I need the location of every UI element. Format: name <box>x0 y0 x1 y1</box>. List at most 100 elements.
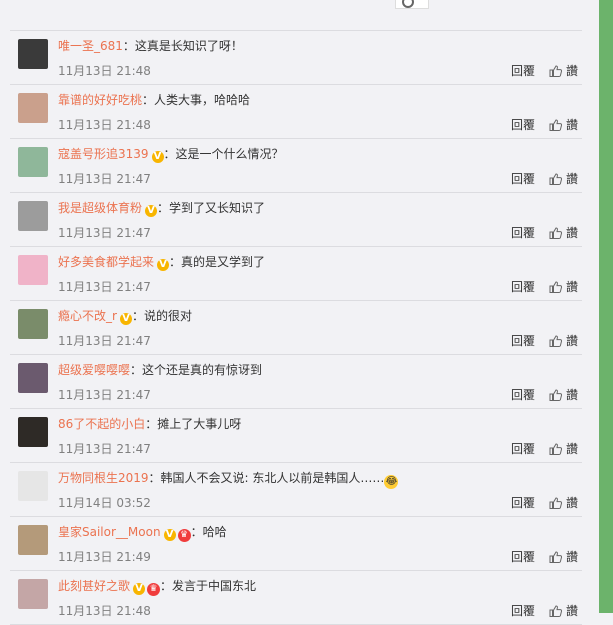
comment-actions: 回覆 讚 <box>511 278 578 295</box>
comment-list: 唯一圣_681：这真是长知识了呀！ 11月13日 21:48 回覆讚靠谱的好好吃桃：… <box>10 30 582 625</box>
comment-actions: 回覆 讚 <box>511 494 578 511</box>
like-button[interactable]: 讚 <box>566 334 578 348</box>
comment-item: 皇家Sailor__Moon V ♛ ：哈哈 11月13日 21:49 回覆 讚 <box>10 517 582 571</box>
like-button[interactable]: 讚 <box>566 496 578 510</box>
avatar[interactable] <box>18 471 48 501</box>
comment-item: 超级爱嘤嘤嘤：这个还是真的有惊讶到 11月13日 21:47 回覆 讚 <box>10 355 582 409</box>
comment-time: 11月13日 21:47 <box>58 442 151 456</box>
comment-content: 瘾心不改_r V ：说的很对 <box>58 309 192 325</box>
comment-content: 超级爱嘤嘤嘤：这个还是真的有惊讶到 <box>58 363 262 377</box>
comment-text: ：哈哈 <box>190 525 227 539</box>
verified-badge-icon: V <box>157 259 170 271</box>
avatar[interactable] <box>18 309 48 339</box>
avatar[interactable] <box>18 417 48 447</box>
thumbs-up-icon[interactable] <box>549 550 563 563</box>
like-button[interactable]: 讚 <box>566 64 578 78</box>
comment-item: 我是超级体育粉 V ：学到了又长知识了 11月13日 21:47 回覆 讚 <box>10 193 582 247</box>
like-button[interactable]: 讚 <box>566 118 578 132</box>
like-button[interactable]: 讚 <box>566 226 578 240</box>
comment-text: ：说的很对 <box>131 309 192 323</box>
comment-item: 86了不起的小白：摊上了大事儿呀 11月13日 21:47 回覆 讚 <box>10 409 582 463</box>
comment-time: 11月14日 03:52 <box>58 496 151 510</box>
username-link[interactable]: 靠谱的好好吃桃 <box>58 93 142 107</box>
comment-item: 好多美食都学起来 V ：真的是又学到了 11月13日 21:47 回覆 讚 <box>10 247 582 301</box>
avatar[interactable] <box>18 255 48 285</box>
username-link[interactable]: 我是超级体育粉 <box>58 201 142 215</box>
comment-actions: 回覆 讚 <box>511 332 578 349</box>
comment-time: 11月13日 21:49 <box>58 550 151 564</box>
reply-button[interactable]: 回覆 <box>511 172 535 186</box>
verified-badge-icon: V <box>133 583 146 595</box>
avatar[interactable] <box>18 579 48 609</box>
thumbs-up-icon[interactable] <box>549 604 563 617</box>
comment-text: ：摊上了大事儿呀 <box>145 417 242 431</box>
comment-content: 万物同根生2019：韩国人不会又说: 东北人以前是韩国人……😂 <box>58 471 399 489</box>
comment-actions: 回覆 讚 <box>511 170 578 187</box>
username-link[interactable]: 此刻甚好之歌 <box>58 579 130 593</box>
reply-button[interactable]: 回覆 <box>511 226 535 240</box>
comment-text: ：人类大事，哈哈哈 <box>142 93 251 107</box>
thumbs-up-icon[interactable] <box>549 442 563 455</box>
comment-item: 万物同根生2019：韩国人不会又说: 东北人以前是韩国人……😂 11月14日 03… <box>10 463 582 517</box>
comment-actions: 回覆 讚 <box>511 116 578 133</box>
thumbs-up-icon[interactable] <box>549 226 563 239</box>
comment-content: 唯一圣_681：这真是长知识了呀！ <box>58 39 243 53</box>
username-link[interactable]: 万物同根生2019 <box>58 471 149 485</box>
comment-text: ：这真是长知识了呀！ <box>122 39 243 53</box>
comment-actions: 回覆 讚 <box>511 224 578 241</box>
comment-item: 靠谱的好好吃桃：人类大事，哈哈哈 11月13日 21:48 回覆 讚 <box>10 85 582 139</box>
thumbs-up-icon[interactable] <box>549 496 563 509</box>
like-button[interactable]: 讚 <box>566 280 578 294</box>
username-link[interactable]: 好多美食都学起来 <box>58 255 154 269</box>
reply-button[interactable]: 回覆 <box>511 118 535 132</box>
comment-time: 11月13日 21:47 <box>58 172 151 186</box>
reply-button[interactable]: 回覆 <box>511 550 535 564</box>
comment-content: 寇盖号形追3139 V ：这是一个什么情况？ <box>58 147 284 163</box>
comment-text: ：这个还是真的有惊讶到 <box>130 363 263 377</box>
reply-button[interactable]: 回覆 <box>511 334 535 348</box>
reply-button[interactable]: 回覆 <box>511 280 535 294</box>
avatar[interactable] <box>18 39 48 69</box>
thumbs-up-icon[interactable] <box>549 172 563 185</box>
like-button[interactable]: 讚 <box>566 604 578 618</box>
laugh-emoji-icon: 😂 <box>384 475 399 489</box>
username-link[interactable]: 超级爱嘤嘤嘤 <box>58 363 130 377</box>
comment-content: 皇家Sailor__Moon V ♛ ：哈哈 <box>58 525 227 542</box>
like-button[interactable]: 讚 <box>566 388 578 402</box>
like-button[interactable]: 讚 <box>566 172 578 186</box>
avatar[interactable] <box>18 363 48 393</box>
comment-time: 11月13日 21:47 <box>58 334 151 348</box>
thumbs-up-icon[interactable] <box>549 388 563 401</box>
like-button[interactable]: 讚 <box>566 550 578 564</box>
username-link[interactable]: 86了不起的小白 <box>58 417 145 431</box>
thumbs-up-icon[interactable] <box>549 64 563 77</box>
comment-actions: 回覆 讚 <box>511 62 578 79</box>
comment-actions: 回覆 讚 <box>511 386 578 403</box>
avatar[interactable] <box>18 201 48 231</box>
verified-badge-icon: V <box>163 529 176 541</box>
verified-badge-icon: V <box>145 205 158 217</box>
like-button[interactable]: 讚 <box>566 442 578 456</box>
reply-button[interactable]: 回覆 <box>511 442 535 456</box>
avatar[interactable] <box>18 93 48 123</box>
comment-text: ：学到了又长知识了 <box>157 201 266 215</box>
reply-button[interactable]: 回覆 <box>511 64 535 78</box>
thumbs-up-icon[interactable] <box>549 334 563 347</box>
avatar[interactable] <box>18 525 48 555</box>
username-link[interactable]: 唯一圣_681 <box>58 39 123 53</box>
username-link[interactable]: 皇家Sailor__Moon <box>58 525 161 539</box>
comment-text: ：发言于中国东北 <box>160 579 257 593</box>
avatar[interactable] <box>18 147 48 177</box>
comment-time: 11月13日 21:48 <box>58 64 151 78</box>
reply-button[interactable]: 回覆 <box>511 604 535 618</box>
reply-button[interactable]: 回覆 <box>511 496 535 510</box>
username-link[interactable]: 寇盖号形追3139 <box>58 147 149 161</box>
reply-button[interactable]: 回覆 <box>511 388 535 402</box>
comment-content: 好多美食都学起来 V ：真的是又学到了 <box>58 255 265 271</box>
comment-time: 11月13日 21:47 <box>58 280 151 294</box>
comment-item: 唯一圣_681：这真是长知识了呀！ 11月13日 21:48 回覆 讚 <box>10 30 582 85</box>
thumbs-up-icon[interactable] <box>549 280 563 293</box>
username-link[interactable]: 瘾心不改_r <box>58 309 117 323</box>
thumbs-up-icon[interactable] <box>549 118 563 131</box>
crown-badge-icon: ♛ <box>147 583 161 596</box>
